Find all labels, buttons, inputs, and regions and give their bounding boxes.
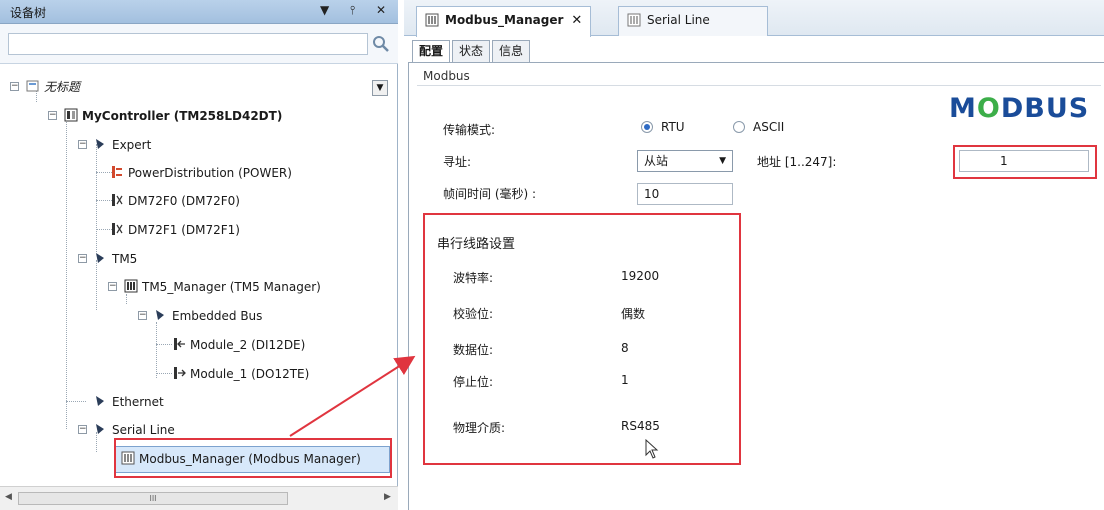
device-tree-pane: 设备树 ▼ ⫯ ✕ ▼ − 无标题 − MyController (TM258L… <box>0 0 398 510</box>
tree-item-module-2[interactable]: Module_2 (DI12DE) <box>172 334 305 356</box>
bus-icon <box>96 424 104 434</box>
collapse-toggle[interactable]: − <box>108 282 117 291</box>
tree-item-label: DM72F1 (DM72F1) <box>128 223 240 237</box>
ascii-radio[interactable] <box>733 121 745 133</box>
project-icon <box>26 80 39 92</box>
search-bar <box>0 24 398 64</box>
addressing-select[interactable]: 从站 ▼ <box>637 150 733 172</box>
tree-item-powerdistribution[interactable]: PowerDistribution (POWER) <box>110 162 292 184</box>
group-label: Modbus <box>423 69 470 83</box>
frame-time-field[interactable]: 10 <box>637 183 733 205</box>
parity-label: 校验位: <box>453 307 494 321</box>
address-label: 地址 [1..247]: <box>757 155 837 169</box>
parity-value: 偶数 <box>621 307 646 321</box>
tree-item-label: PowerDistribution (POWER) <box>128 166 292 180</box>
stop-bits-value: 1 <box>621 373 629 387</box>
manager-icon <box>124 279 138 293</box>
tree-item-label: Ethernet <box>112 395 164 409</box>
frame-time-label: 帧间时间 (毫秒) : <box>443 187 537 201</box>
baud-rate-label: 波特率: <box>453 271 494 285</box>
manager-icon <box>425 13 439 27</box>
bus-icon <box>96 396 104 406</box>
tab-config[interactable]: 配置 <box>412 40 451 62</box>
chevron-down-icon: ▼ <box>719 156 726 166</box>
input-module-icon <box>174 338 185 350</box>
tree-item-label: Expert <box>112 138 152 152</box>
tab-modbus-manager[interactable]: Modbus_Manager ✕ <box>416 6 592 37</box>
tab-label: Serial Line <box>647 13 710 27</box>
search-icon[interactable] <box>372 35 390 53</box>
io-module-icon <box>112 194 123 206</box>
collapse-toggle[interactable]: − <box>10 82 19 91</box>
close-icon[interactable]: ✕ <box>376 3 386 17</box>
config-panel: Modbus MODBUS 传输模式: RTU ASCII 寻址: 从站 ▼ 地址… <box>408 62 1104 510</box>
bus-icon <box>156 310 164 320</box>
scroll-right-icon[interactable]: ▶ <box>384 492 391 502</box>
output-module-icon <box>174 367 186 379</box>
pane-menu-icon[interactable]: ▼ <box>320 3 329 17</box>
device-tree-titlebar: 设备树 ▼ ⫯ ✕ <box>0 0 398 24</box>
tab-label: Modbus_Manager <box>445 13 564 27</box>
tab-serial-line[interactable]: Serial Line <box>618 6 768 36</box>
search-input[interactable] <box>8 33 368 55</box>
tree-item-label: MyController (TM258LD42DT) <box>82 109 283 123</box>
close-tab-icon[interactable]: ✕ <box>571 13 582 28</box>
modbus-logo: MODBUS <box>949 93 1090 124</box>
highlight-box-address <box>953 145 1097 179</box>
device-tree: − 无标题 − MyController (TM258LD42DT) − Exp… <box>0 72 398 482</box>
scroll-thumb[interactable]: III <box>18 492 288 505</box>
rtu-label: RTU <box>661 120 685 134</box>
physical-medium-value: RS485 <box>621 419 660 433</box>
tree-item-label: TM5_Manager (TM5 Manager) <box>142 280 321 294</box>
rtu-radio[interactable] <box>641 121 653 133</box>
sub-tabs: 配置 状态 信息 <box>408 36 1104 62</box>
tree-item-module-1[interactable]: Module_1 (DO12TE) <box>172 363 309 385</box>
stop-bits-label: 停止位: <box>453 375 494 389</box>
manager-icon <box>627 13 641 27</box>
collapse-toggle[interactable]: − <box>78 425 87 434</box>
highlight-box-tree <box>114 438 392 478</box>
horizontal-scrollbar[interactable]: ◀ III ▶ <box>0 486 398 510</box>
collapse-toggle[interactable]: − <box>78 254 87 263</box>
data-bits-value: 8 <box>621 341 629 355</box>
tree-item-label: DM72F0 (DM72F0) <box>128 194 240 208</box>
tree-item-label: Embedded Bus <box>172 309 263 323</box>
tree-item-dm72f1[interactable]: DM72F1 (DM72F1) <box>110 219 240 241</box>
expert-icon <box>96 139 104 149</box>
bus-icon <box>96 253 104 263</box>
autohide-icon[interactable]: ⫯ <box>350 3 355 18</box>
tree-item-dm72f0[interactable]: DM72F0 (DM72F0) <box>110 190 240 212</box>
addressing-label: 寻址: <box>443 155 472 169</box>
controller-icon <box>64 108 78 122</box>
data-bits-label: 数据位: <box>453 343 494 357</box>
editor-pane: Modbus_Manager ✕ Serial Line 配置 状态 信息 Mod… <box>404 0 1104 510</box>
baud-rate-value: 19200 <box>621 269 660 283</box>
cursor-icon <box>645 439 659 459</box>
ascii-label: ASCII <box>753 120 785 134</box>
physical-medium-label: 物理介质: <box>453 421 506 435</box>
document-tabs: Modbus_Manager ✕ Serial Line <box>404 0 1104 37</box>
tab-status[interactable]: 状态 <box>452 40 491 62</box>
tree-item-label: Serial Line <box>112 423 175 437</box>
tree-item-label: Module_2 (DI12DE) <box>190 338 306 352</box>
tree-item-label: Module_1 (DO12TE) <box>190 367 310 381</box>
collapse-toggle[interactable]: − <box>48 111 57 120</box>
io-module-icon <box>112 223 123 235</box>
serial-settings-title: 串行线路设置 <box>437 237 516 252</box>
tab-info[interactable]: 信息 <box>492 40 531 62</box>
divider <box>417 85 1101 86</box>
scroll-left-icon[interactable]: ◀ <box>5 492 12 502</box>
power-icon <box>112 166 122 178</box>
pane-title: 设备树 <box>10 6 47 20</box>
collapse-toggle[interactable]: − <box>78 140 87 149</box>
transmission-mode-label: 传输模式: <box>443 123 496 137</box>
tree-item-label: TM5 <box>112 252 138 266</box>
collapse-toggle[interactable]: − <box>138 311 147 320</box>
tree-item-label: 无标题 <box>44 80 81 94</box>
tree-item-ethernet[interactable]: Ethernet <box>94 391 164 413</box>
